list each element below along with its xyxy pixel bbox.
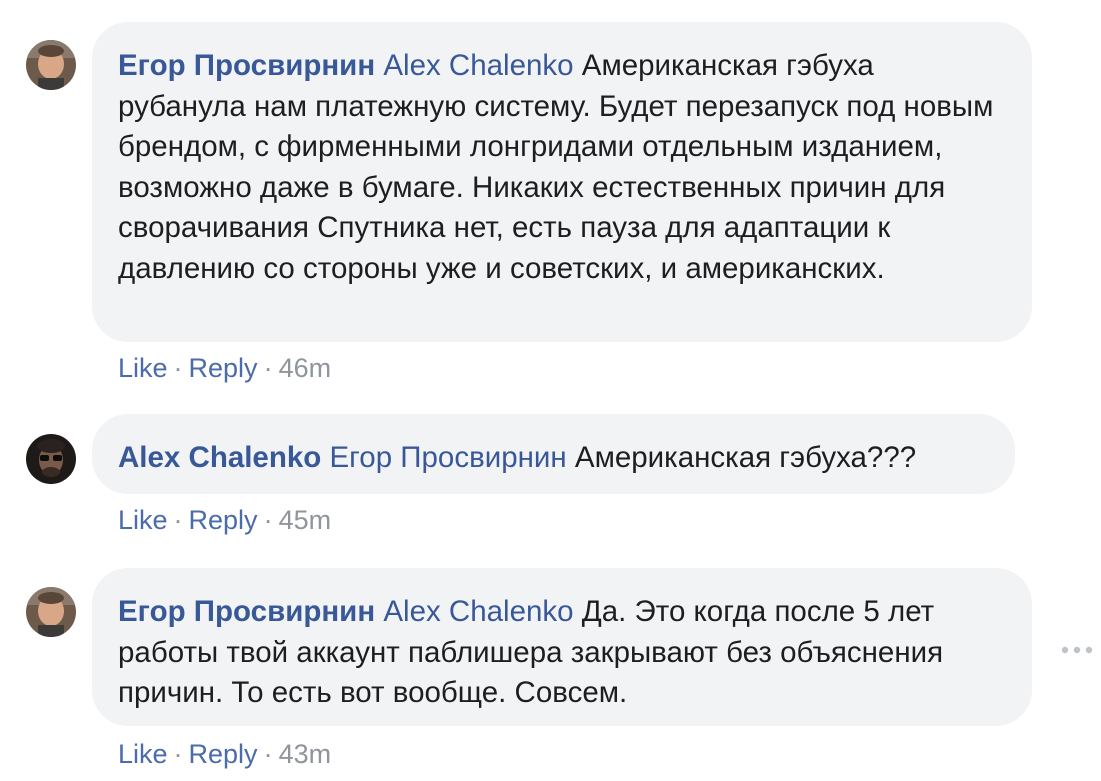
more-options-icon[interactable] <box>1060 642 1094 654</box>
reply-button[interactable]: Reply <box>189 739 258 769</box>
comment-bubble: Alex Chalenko Егор Просвирнин Американск… <box>92 414 1015 494</box>
user-avatar-icon <box>26 587 76 637</box>
comment-author[interactable]: Егор Просвирнин <box>118 49 375 82</box>
avatar[interactable] <box>26 40 76 90</box>
comment-mention[interactable]: Alex Chalenko <box>383 49 573 82</box>
comment-mention[interactable]: Alex Chalenko <box>383 595 573 628</box>
avatar[interactable] <box>26 587 76 637</box>
comment-timestamp[interactable]: 46m <box>279 353 332 383</box>
user-avatar-icon <box>26 40 76 90</box>
comment-text: Американская гэбуха??? <box>574 441 917 474</box>
ellipsis-icon <box>1061 646 1093 654</box>
reply-button[interactable]: Reply <box>189 505 258 535</box>
comment-author[interactable]: Alex Chalenko <box>118 441 321 474</box>
reply-button[interactable]: Reply <box>189 353 258 383</box>
avatar[interactable] <box>26 434 76 484</box>
comment-author[interactable]: Егор Просвирнин <box>118 595 375 628</box>
comment-bubble: Егор Просвирнин Alex Chalenko Американск… <box>92 22 1032 342</box>
comment-actions: Like · Reply · 43m <box>118 739 332 769</box>
comment-timestamp[interactable]: 45m <box>279 505 332 535</box>
comment-timestamp[interactable]: 43m <box>279 739 332 769</box>
comment-bubble: Егор Просвирнин Alex Chalenko Да. Это ко… <box>92 568 1032 726</box>
like-button[interactable]: Like <box>118 353 168 383</box>
user-avatar-icon <box>26 434 76 484</box>
like-button[interactable]: Like <box>118 739 168 769</box>
comment-mention[interactable]: Егор Просвирнин <box>330 441 567 474</box>
comment-actions: Like · Reply · 45m <box>118 505 332 535</box>
comment-text: Американская гэбуха рубанула нам платежн… <box>118 49 994 285</box>
like-button[interactable]: Like <box>118 505 168 535</box>
comment-actions: Like · Reply · 46m <box>118 353 332 383</box>
